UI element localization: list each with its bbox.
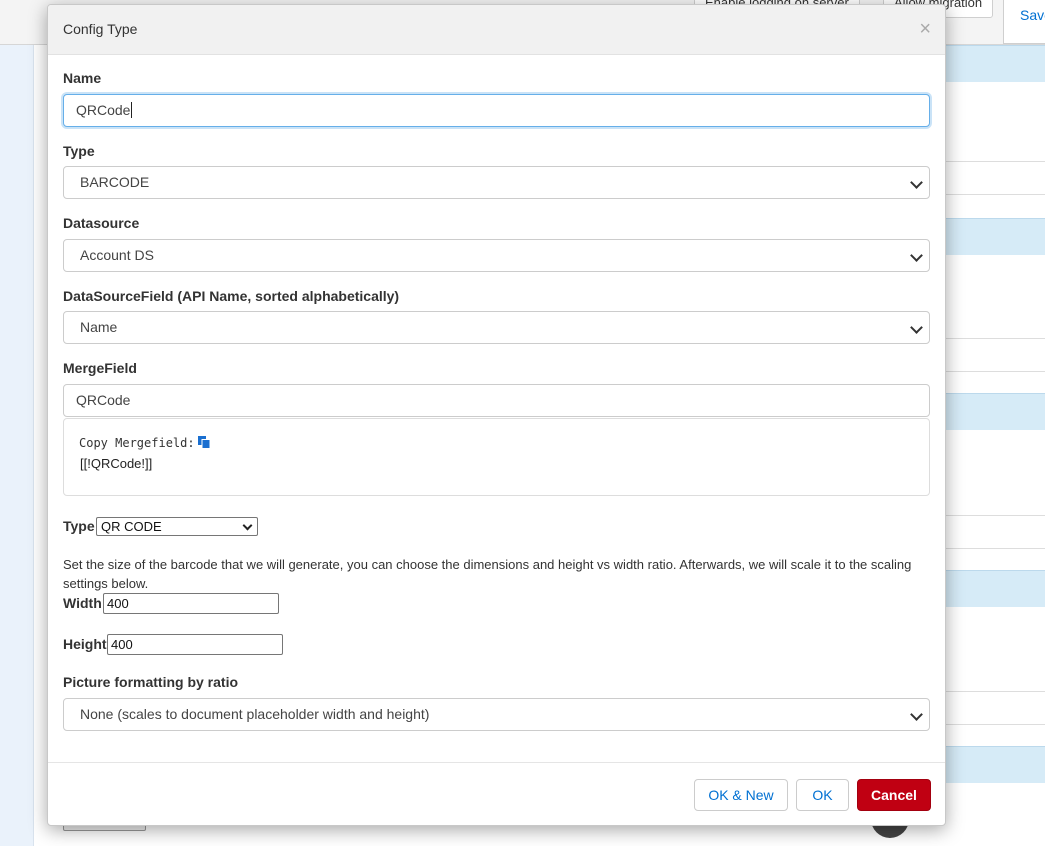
cancel-button[interactable]: Cancel: [857, 779, 931, 811]
datasource-field-select-value: Name: [80, 319, 118, 335]
width-input[interactable]: 400: [103, 593, 279, 614]
background-row: [940, 161, 1045, 195]
copy-mergefield-box: Copy Mergefield: [[!QRCode!]]: [63, 418, 930, 496]
dialog-header: Config Type ×: [48, 5, 945, 55]
background-section-band: [940, 218, 1045, 255]
name-label: Name: [63, 70, 102, 86]
merge-field-input-value: QRCode: [76, 392, 131, 408]
datasource-field-select[interactable]: Name: [63, 311, 930, 344]
type-select[interactable]: BARCODE: [63, 166, 930, 199]
background-section-band: [940, 393, 1045, 430]
copy-mergefield-label: Copy Mergefield:: [79, 436, 195, 450]
ok-button[interactable]: OK: [796, 779, 849, 811]
mergefield-token: [[!QRCode!]]: [80, 456, 153, 471]
type-label: Type: [63, 143, 95, 159]
picture-formatting-value: None (scales to document placeholder wid…: [80, 706, 430, 722]
picture-formatting-label: Picture formatting by ratio: [63, 674, 239, 690]
barcode-type-value: QR CODE: [101, 519, 162, 534]
text-cursor: [131, 102, 133, 118]
height-input[interactable]: 400: [107, 634, 283, 655]
datasource-label: Datasource: [63, 215, 140, 231]
background-section-band: [940, 570, 1045, 607]
chevron-down-icon: [910, 176, 923, 189]
dialog-footer: OK & New OK Cancel: [48, 762, 945, 825]
background-row: [940, 515, 1045, 549]
config-type-dialog: Config Type × Name QRCode Type BARCODE D…: [47, 4, 946, 826]
chevron-down-icon: [242, 520, 253, 531]
size-help-text: Set the size of the barcode that we will…: [63, 557, 912, 591]
close-icon[interactable]: ×: [919, 18, 931, 41]
background-section-band: [940, 746, 1045, 783]
datasource-select-value: Account DS: [80, 247, 154, 263]
copy-icon[interactable]: [197, 435, 211, 449]
name-input[interactable]: QRCode: [63, 94, 930, 127]
background-left-strip: [0, 45, 34, 846]
barcode-type-select[interactable]: QR CODE: [96, 517, 258, 536]
picture-formatting-select[interactable]: None (scales to document placeholder wid…: [63, 698, 930, 731]
chevron-down-icon: [910, 708, 923, 721]
barcode-type-label: Type: [63, 518, 95, 534]
datasource-select[interactable]: Account DS: [63, 239, 930, 272]
background-row: [940, 338, 1045, 372]
merge-field-input[interactable]: QRCode: [63, 384, 930, 417]
type-select-value: BARCODE: [80, 174, 150, 190]
name-input-value: QRCode: [76, 102, 131, 118]
chevron-down-icon: [910, 321, 923, 334]
merge-field-label: MergeField: [63, 360, 137, 376]
chevron-down-icon: [910, 249, 923, 262]
height-label: Height: [63, 636, 107, 652]
width-label: Width: [63, 595, 102, 611]
background-row: [940, 691, 1045, 725]
save-button[interactable]: Save: [1003, 0, 1045, 44]
ok-and-new-button[interactable]: OK & New: [694, 779, 788, 811]
dialog-title: Config Type: [63, 21, 138, 37]
background-section-band: [940, 45, 1045, 82]
datasource-field-label: DataSourceField (API Name, sorted alphab…: [63, 288, 400, 304]
